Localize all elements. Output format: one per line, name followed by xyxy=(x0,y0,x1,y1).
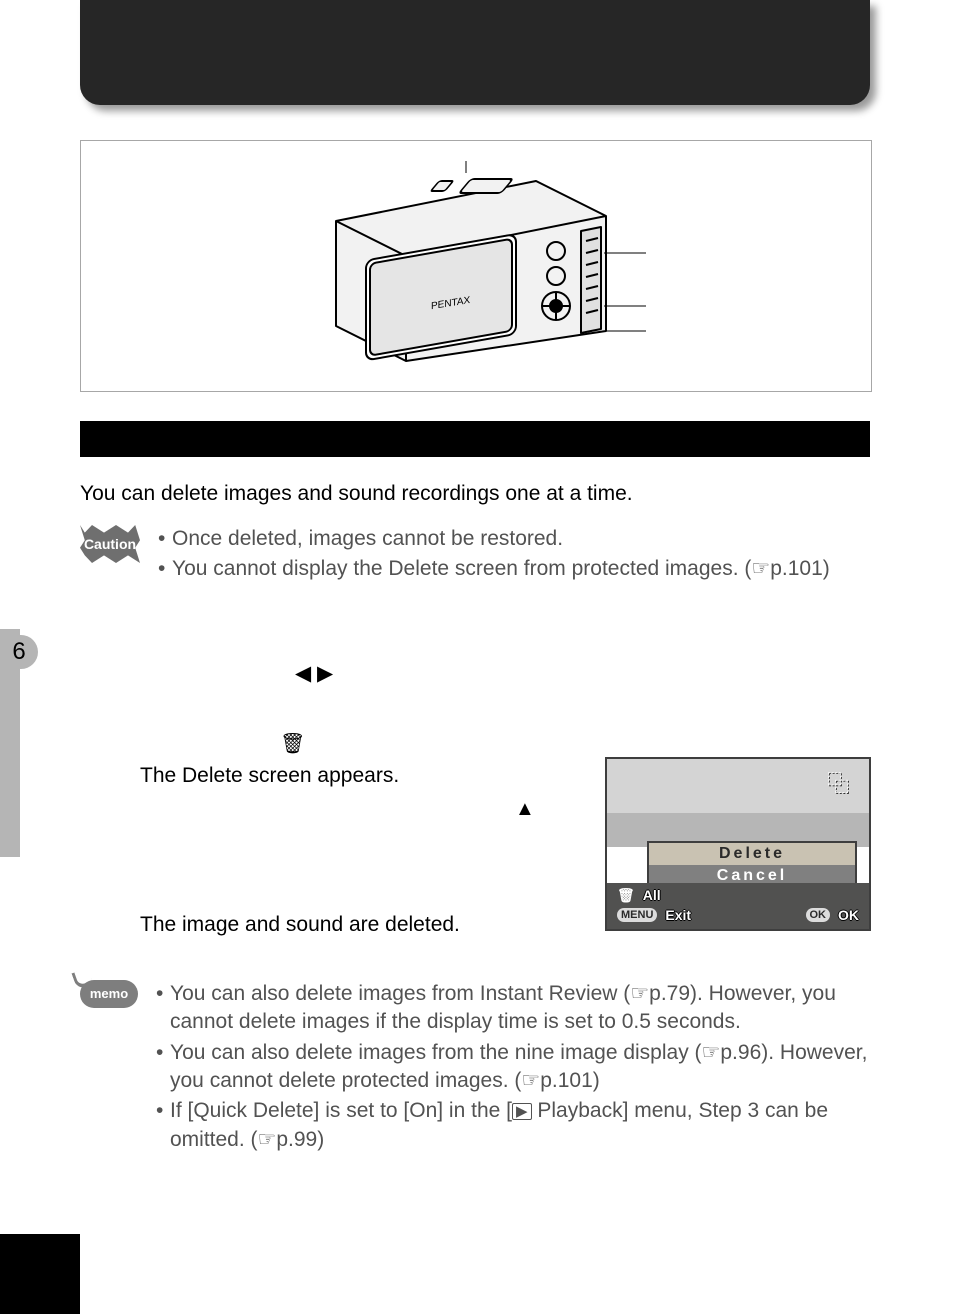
chapter-number: 6 xyxy=(12,636,25,668)
all-label: All xyxy=(643,886,661,905)
ok-label: OK xyxy=(838,906,859,925)
memo-item: •If [Quick Delete] is set to [On] in the… xyxy=(156,1097,870,1154)
caution-note: Caution •Once deleted, images cannot be … xyxy=(80,525,870,586)
section-heading-bar xyxy=(80,421,870,457)
ok-pill: OK xyxy=(806,908,831,923)
memo-note: memo •You can also delete images from In… xyxy=(80,980,870,1156)
memo-item: •You can also delete images from the nin… xyxy=(156,1039,870,1096)
caution-badge: Caution xyxy=(80,525,140,563)
intro-text: You can delete images and sound recordin… xyxy=(80,480,870,508)
memo-list: •You can also delete images from Instant… xyxy=(156,980,870,1156)
four-way-lr-icon: ◀ ▶ xyxy=(295,660,333,688)
memo-item: •You can also delete images from Instant… xyxy=(156,980,870,1037)
trash-icon: 🗑 xyxy=(617,886,635,905)
camera-illustration: PENTAX xyxy=(306,161,646,371)
menu-pill: MENU xyxy=(617,908,657,923)
delete-menu: Delete Cancel xyxy=(647,841,857,889)
lcd-screenshot: ⿻ Delete Cancel 🗑 All MENU Exit OK OK xyxy=(605,757,871,931)
option-delete: Delete xyxy=(649,843,855,865)
caution-item: •Once deleted, images cannot be restored… xyxy=(158,525,870,553)
up-arrow-icon: ▲ xyxy=(515,796,535,823)
memo-badge: memo xyxy=(80,980,138,1008)
trash-icon: 🗑 xyxy=(280,731,305,758)
caution-list: •Once deleted, images cannot be restored… xyxy=(158,525,870,586)
exit-label: Exit xyxy=(665,906,691,925)
playback-icon: ▶ xyxy=(512,1103,532,1120)
footer-black xyxy=(0,1234,80,1314)
chapter-tab: 6 xyxy=(0,635,38,669)
delete-hand-icon: ⿻ xyxy=(827,769,849,799)
chapter-header-box xyxy=(80,0,870,105)
camera-illustration-box: PENTAX xyxy=(80,140,872,392)
caution-item: •You cannot display the Delete screen fr… xyxy=(158,555,870,583)
